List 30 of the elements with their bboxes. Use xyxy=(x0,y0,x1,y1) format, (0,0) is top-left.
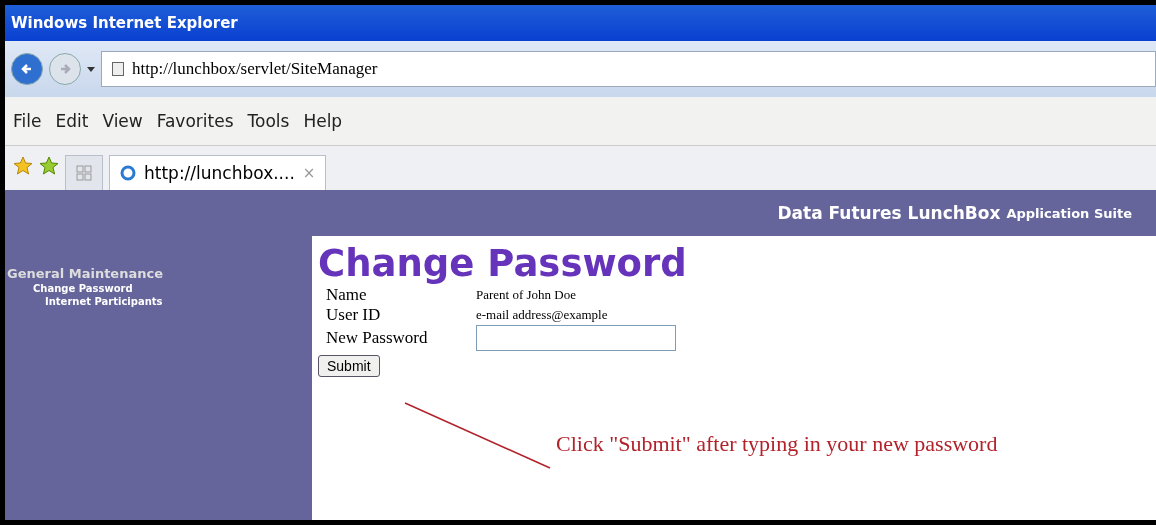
browser-tab[interactable]: http://lunchbox.... × xyxy=(109,155,327,190)
grid-icon xyxy=(76,165,92,181)
address-field[interactable]: http://lunchbox/servlet/SiteManager xyxy=(101,51,1156,87)
back-button[interactable] xyxy=(11,53,43,85)
page-heading: Change Password xyxy=(318,242,688,285)
annotation-text: Click "Submit" after typing in your new password xyxy=(556,430,999,458)
browser-logo-icon xyxy=(120,165,136,181)
field-value: e-mail address@example xyxy=(476,307,609,323)
menu-item[interactable]: File xyxy=(13,111,42,131)
field-label: Name xyxy=(326,285,368,305)
sidebar-link[interactable]: Change Password xyxy=(5,283,312,294)
brand-tagline: Application Suite xyxy=(1006,205,1132,221)
forward-button[interactable] xyxy=(49,53,81,85)
field-value: Parent of John Doe xyxy=(476,287,577,303)
quick-tabs-button[interactable] xyxy=(65,155,103,190)
menu-item[interactable]: View xyxy=(102,111,143,131)
caret-icon[interactable] xyxy=(87,66,95,72)
brand-name: Data Futures LunchBox xyxy=(777,203,1001,223)
menu-item[interactable]: Tools xyxy=(247,111,290,131)
page-icon xyxy=(112,62,124,76)
sidebar-heading: General Maintenance xyxy=(6,266,164,281)
submit-button[interactable]: Submit xyxy=(318,355,380,377)
field-label: New Password xyxy=(326,328,429,348)
menu-item[interactable]: Help xyxy=(303,111,343,131)
sidebar-link[interactable]: Internet Participants xyxy=(5,296,312,307)
window-title: Windows Internet Explorer xyxy=(11,14,238,32)
password-field[interactable] xyxy=(476,325,676,351)
menu-item[interactable]: Edit xyxy=(55,111,89,131)
menu-item[interactable]: Favorites xyxy=(156,111,234,131)
field-label: User ID xyxy=(326,305,382,325)
